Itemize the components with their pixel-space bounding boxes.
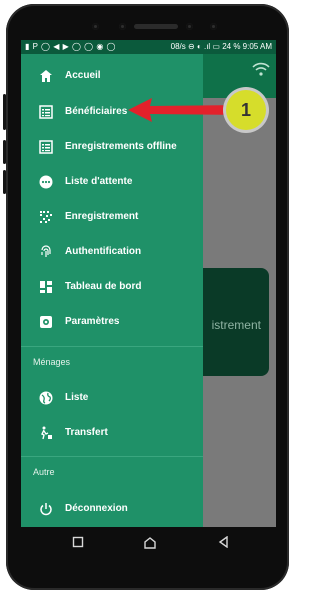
home-icon xyxy=(39,69,53,83)
settings-icon xyxy=(39,315,53,329)
drawer-item-label: Liste xyxy=(65,392,89,403)
drawer-item-enregistrements-offline[interactable]: Enregistrements offline xyxy=(21,132,203,162)
camera xyxy=(92,23,99,30)
back-button[interactable] xyxy=(216,535,232,552)
drawer-item-label: Enregistrements offline xyxy=(65,141,177,152)
navigation-drawer: Accueil Bénéficiaires Enregistrements of… xyxy=(21,54,203,527)
drawer-item-label: Liste d'attente xyxy=(65,176,133,187)
recent-apps-button[interactable] xyxy=(70,536,86,552)
drawer-item-enregistrement[interactable]: Enregistrement xyxy=(21,202,203,232)
wifi-icon xyxy=(252,62,270,76)
drawer-item-label: Déconnexion xyxy=(65,503,128,514)
globe-icon xyxy=(39,391,53,405)
list-icon xyxy=(39,140,53,154)
camera xyxy=(210,23,217,30)
drawer-item-transfert[interactable]: Transfert xyxy=(21,418,203,448)
qr-icon xyxy=(39,210,53,224)
section-title-menages: Ménages xyxy=(33,357,71,367)
drawer-item-liste-attente[interactable]: Liste d'attente xyxy=(21,167,203,197)
annotation-marker: 1 xyxy=(226,90,266,130)
drawer-item-label: Enregistrement xyxy=(65,211,139,222)
camera xyxy=(119,23,126,30)
power-icon xyxy=(39,502,53,516)
section-title-autre: Autre xyxy=(33,467,55,477)
drawer-item-label: Authentification xyxy=(65,246,142,257)
drawer-item-deconnexion[interactable]: Déconnexion xyxy=(21,494,203,524)
drawer-item-tableau-de-bord[interactable]: Tableau de bord xyxy=(21,272,203,302)
side-button xyxy=(3,94,6,130)
divider xyxy=(21,346,203,347)
drawer-item-authentification[interactable]: Authentification xyxy=(21,237,203,267)
dashboard-icon xyxy=(39,280,53,294)
speaker xyxy=(134,24,178,29)
drawer-item-label: Accueil xyxy=(65,70,101,81)
drawer-item-label: Bénéficiaires xyxy=(65,106,128,117)
drawer-item-liste[interactable]: Liste xyxy=(21,383,203,413)
more-icon xyxy=(39,175,53,189)
list-icon xyxy=(39,105,53,119)
fingerprint-icon xyxy=(39,245,53,259)
drawer-item-label: Tableau de bord xyxy=(65,281,142,292)
home-button[interactable] xyxy=(142,536,158,552)
drawer-item-accueil[interactable]: Accueil xyxy=(21,61,203,91)
drawer-item-label: Transfert xyxy=(65,427,108,438)
drawer-item-parametres[interactable]: Paramètres xyxy=(21,307,203,337)
camera xyxy=(186,23,193,30)
side-button xyxy=(3,170,6,194)
status-icons: ▮ P ◯ ◀ ▶ ◯ ◯ ◉ ◯ xyxy=(25,42,116,51)
transfer-icon xyxy=(39,426,53,440)
status-bar: ▮ P ◯ ◀ ▶ ◯ ◯ ◉ ◯ 08/s ⊖ ◐ .ıl ▭ 24 % 9:… xyxy=(21,40,276,54)
drawer-item-label: Paramètres xyxy=(65,316,120,327)
status-right: 08/s ⊖ ◐ .ıl ▭ 24 % 9:05 AM xyxy=(170,42,272,51)
side-button xyxy=(3,140,6,164)
divider xyxy=(21,456,203,457)
